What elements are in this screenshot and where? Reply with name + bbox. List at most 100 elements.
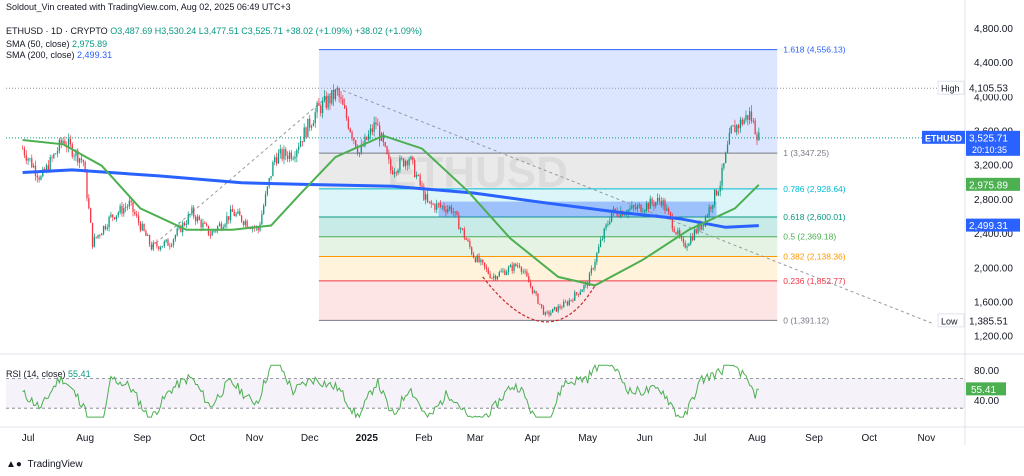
candle-body [104,225,107,229]
candle-body [329,95,331,104]
candle-body [649,198,651,209]
candle-body [90,208,92,223]
candle-body [277,153,280,164]
candle-body [441,206,443,207]
rsi-band [6,378,965,409]
candle-body [106,227,108,229]
candle-body [572,299,574,301]
candle-body [415,174,418,178]
candle-body [710,206,712,209]
candle-body [491,277,493,279]
candle-body [542,306,545,315]
candle-body [264,194,267,206]
candle-body [310,126,313,128]
candle-body [434,204,436,210]
candle-body [702,224,705,227]
candle-body [123,208,125,214]
candle-body [721,167,723,186]
candle-body [645,203,648,211]
candle-body [358,152,361,154]
candle-body [119,205,121,213]
candle-body [183,222,186,226]
candle-body [40,176,42,180]
candle-body [215,230,217,232]
candle-body [161,246,164,248]
candle-body [421,185,423,187]
candle-body [748,111,751,120]
candle-body [194,216,197,222]
candle-body [235,213,237,217]
candle-body [590,268,592,274]
candle-body [691,236,694,241]
candle-body [305,127,307,138]
candle-body [275,157,278,164]
candle-body [680,236,683,239]
candle-body [91,222,94,247]
candle-body [347,118,350,129]
candle-body [577,293,580,295]
candle-body [715,189,718,196]
tag-low-value: 1,385.51 [969,316,1008,327]
candle-body [561,307,563,309]
candle-body [526,271,528,277]
y-tick-label: 1,600.00 [974,298,1013,309]
candle-body [382,133,384,143]
candle-body [515,263,517,267]
candle-body [209,234,211,236]
candle-body [112,214,114,218]
x-tick-label: Oct [862,433,878,444]
candle-body [539,303,541,305]
candle-body [456,211,458,215]
candle-body [274,157,276,163]
candle-body [658,197,661,201]
candle-body [327,95,329,108]
candle-body [524,271,526,273]
candle-body [636,206,639,210]
price-chart[interactable]: 1.618 (4,556.13) 1 (3,347.25) 0.786 (2,928… [0,0,1024,476]
candle-body [485,266,488,269]
candle-body [301,141,303,143]
candle-body [240,215,243,222]
candle-body [169,245,171,247]
candle-body [443,206,445,210]
tradingview-logo[interactable]: ▲● TradingView [6,459,83,470]
candle-body [706,215,708,217]
candle-body [518,265,521,268]
candle-body [437,203,440,205]
candle-body [693,230,696,241]
tag-sma-value: 2,975.89 [969,180,1008,191]
candle-body [323,96,326,102]
tag-last-price-value: 3,525.71 [969,133,1008,144]
fib-zone-0.5 [318,236,778,257]
candle-body [656,197,659,203]
candle-body [631,205,633,209]
candle-body [574,292,576,301]
x-tick-label: Aug [748,433,766,444]
x-tick-label: Dec [301,433,319,444]
candle-body [447,208,449,213]
candle-body [218,223,221,227]
x-tick-label: 2025 [356,433,379,444]
candle-body [220,223,223,229]
candle-body [419,175,421,186]
candle-body [726,144,729,153]
fib-zone-0.236 [318,280,778,321]
candle-body [338,89,340,97]
candle-body [386,146,388,154]
candle-body [758,132,760,141]
candle-body [548,311,550,315]
rsi-tick-label: 40.00 [974,396,999,407]
candle-body [193,207,195,217]
candle-body [563,301,565,308]
candle-body [391,170,394,175]
candle-body [279,149,281,154]
candle-body [668,208,670,213]
candle-body [513,263,515,271]
candle-body [660,200,662,206]
candle-body [439,203,442,207]
candle-body [286,155,289,159]
candle-body [224,224,226,228]
candle-body [163,241,165,247]
candle-body [373,122,375,132]
candle-body [594,262,596,269]
